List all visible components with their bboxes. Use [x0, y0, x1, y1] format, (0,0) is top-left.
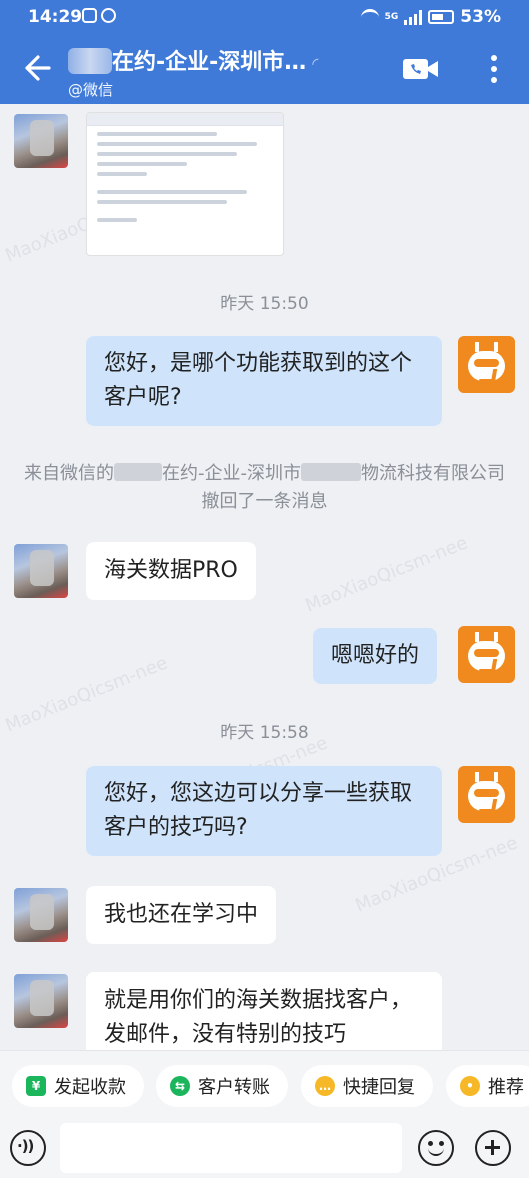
- message-bubble-incoming[interactable]: 就是用你们的海关数据找客户，发邮件，没有特别的技巧: [86, 972, 442, 1050]
- battery-percent: 53%: [460, 7, 501, 27]
- collect-payment-label: 发起收款: [54, 1077, 126, 1098]
- message-bubble-outgoing[interactable]: 嗯嗯好的: [313, 628, 438, 684]
- watermark: MaoXiaoQicsm-nee: [302, 532, 471, 617]
- status-bar: 14:29 5G 53%: [0, 0, 529, 34]
- status-time: 14:29: [28, 7, 83, 27]
- redacted-name: [68, 48, 112, 74]
- recall-prefix: 来自微信的: [24, 463, 114, 484]
- contact-avatar[interactable]: [14, 544, 68, 598]
- contact-avatar[interactable]: [14, 888, 68, 942]
- contact-avatar[interactable]: [14, 974, 68, 1028]
- chat-header: 在约-企业-深圳市… ◜ @微信: [0, 34, 529, 104]
- battery-icon: [428, 10, 455, 24]
- message-bubble-outgoing[interactable]: 您好，您这边可以分享一些获取客户的技巧吗?: [86, 766, 442, 856]
- redacted-text: [301, 463, 361, 481]
- robot-avatar-icon[interactable]: [458, 626, 515, 683]
- customer-transfer-button[interactable]: ⇆ 客户转账: [156, 1065, 288, 1107]
- recall-notice: 来自微信的 在约-企业-深圳市 物流科技有限公司 撤回了一条消息: [20, 460, 509, 516]
- voice-input-icon[interactable]: [10, 1130, 46, 1166]
- emoji-icon[interactable]: [418, 1130, 454, 1166]
- message-input-bar: [0, 1118, 529, 1178]
- recommend-button[interactable]: • 推荐: [446, 1065, 529, 1107]
- chat-title: 在约-企业-深圳市…: [112, 50, 307, 75]
- chat-title-row: 在约-企业-深圳市… ◜: [68, 44, 368, 76]
- back-arrow-icon[interactable]: [18, 50, 54, 86]
- wechat-notification-icon: [101, 8, 116, 23]
- transfer-icon: ⇆: [170, 1076, 190, 1096]
- notification-icons: [82, 8, 116, 23]
- message-input[interactable]: [60, 1123, 402, 1173]
- quick-action-bar[interactable]: ¥ 发起收款 ⇆ 客户转账 … 快捷回复 • 推荐: [0, 1050, 529, 1119]
- timestamp: 昨天 15:58: [220, 723, 309, 743]
- chat-icon: …: [315, 1076, 335, 1096]
- plus-icon[interactable]: [475, 1130, 511, 1166]
- chat-subtitle: @微信: [68, 81, 114, 99]
- image-message[interactable]: [86, 112, 284, 256]
- recall-suffix: 撤回了一条消息: [201, 491, 328, 512]
- wifi-icon: [360, 8, 379, 26]
- chat-title-area[interactable]: 在约-企业-深圳市… ◜ @微信: [68, 44, 368, 100]
- status-right: 5G 53%: [360, 7, 501, 27]
- message-bubble-incoming[interactable]: 我也还在学习中: [86, 886, 277, 944]
- contact-avatar[interactable]: [14, 114, 68, 168]
- message-bubble-outgoing[interactable]: 您好，是哪个功能获取到的这个客户呢?: [86, 336, 442, 426]
- recall-company-part2: 物流科技有限公司: [361, 463, 505, 484]
- robot-avatar-icon[interactable]: [458, 766, 515, 823]
- ear-icon: ◜: [312, 54, 319, 73]
- robot-avatar-icon[interactable]: [458, 336, 515, 393]
- chat-message-list[interactable]: MaoXiaoQicsm-nee MaoXiaoQicsm-nee MaoXia…: [0, 104, 529, 1050]
- network-label: 5G: [384, 12, 399, 22]
- app-notification-icon: [82, 8, 97, 23]
- collect-payment-button[interactable]: ¥ 发起收款: [12, 1065, 144, 1107]
- more-options-icon[interactable]: [482, 52, 506, 86]
- quick-reply-button[interactable]: … 快捷回复: [301, 1065, 433, 1107]
- recall-company-part1: 在约-企业-深圳市: [162, 463, 301, 484]
- customer-transfer-label: 客户转账: [198, 1077, 270, 1098]
- timestamp: 昨天 15:50: [220, 294, 309, 314]
- message-bubble-incoming[interactable]: 海关数据PRO: [86, 542, 256, 600]
- redacted-text: [114, 463, 162, 481]
- video-call-icon[interactable]: [402, 56, 440, 82]
- yuan-icon: ¥: [26, 1076, 46, 1096]
- recommend-label: 推荐: [488, 1077, 524, 1098]
- recommend-icon: •: [460, 1076, 480, 1096]
- quick-reply-label: 快捷回复: [343, 1077, 415, 1098]
- signal-icon: [404, 9, 423, 25]
